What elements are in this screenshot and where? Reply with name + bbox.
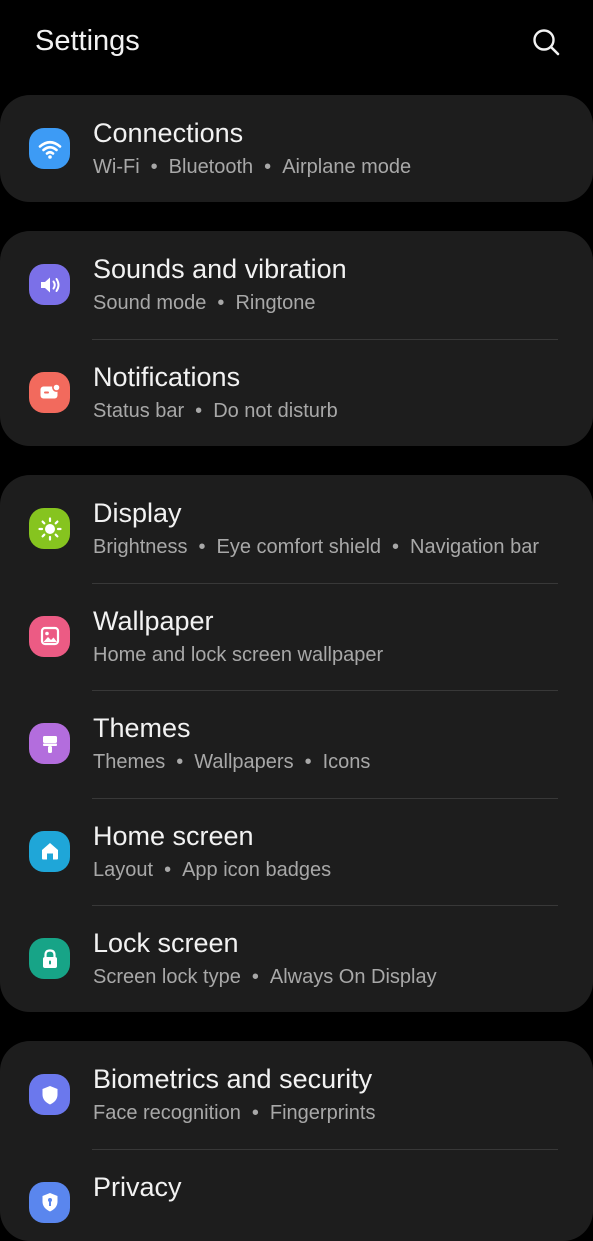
paintbrush-icon (29, 723, 70, 764)
subtitle-part: Home and lock screen wallpaper (93, 644, 383, 666)
settings-group-connections: Connections Wi-Fi • Bluetooth • Airplane mod… (0, 95, 593, 202)
settings-item-lock-screen[interactable]: Lock screen Screen lock type • Always On D… (0, 905, 593, 1012)
settings-group-display: Display Brightness • Eye comfort shield • Na… (0, 475, 593, 1012)
subtitle-part: Brightness (93, 536, 188, 558)
subtitle-part: Do not disturb (213, 400, 338, 422)
settings-item-title: Wallpaper (93, 604, 214, 638)
privacy-shield-icon (29, 1182, 70, 1223)
settings-group-sound: Sounds and vibration Sound mode • Ringtone… (0, 231, 593, 446)
settings-item-subtitle: Face recognition • Fingerprints (93, 1100, 376, 1126)
settings-item-subtitle: Wi-Fi • Bluetooth • Airplane mode (93, 154, 411, 180)
settings-item-subtitle: Status bar • Do not disturb (93, 398, 338, 424)
settings-item-title: Lock screen (93, 926, 239, 960)
settings-item-title: Themes (93, 711, 191, 745)
subtitle-part: Layout (93, 859, 153, 881)
settings-item-connections[interactable]: Connections Wi-Fi • Bluetooth • Airplane mod… (0, 95, 593, 202)
notification-icon (29, 372, 70, 413)
search-button[interactable] (528, 24, 564, 60)
image-icon (29, 616, 70, 657)
settings-item-subtitle: Home and lock screen wallpaper (93, 642, 383, 668)
separator-dot: • (151, 154, 158, 180)
wifi-icon (29, 128, 70, 169)
subtitle-part: Always On Display (270, 966, 437, 988)
settings-item-title: Sounds and vibration (93, 252, 347, 286)
speaker-icon (29, 264, 70, 305)
settings-item-subtitle: Themes • Wallpapers • Icons (93, 749, 370, 775)
settings-item-sounds-and-vibration[interactable]: Sounds and vibration Sound mode • Ringtone (0, 231, 593, 339)
separator-dot: • (252, 1100, 259, 1126)
settings-item-privacy[interactable]: Privacy (0, 1149, 593, 1241)
separator-dot: • (392, 534, 399, 560)
separator-dot: • (305, 749, 312, 775)
separator-dot: • (199, 534, 206, 560)
subtitle-part: Navigation bar (410, 536, 539, 558)
app-header: Settings (0, 0, 593, 84)
subtitle-part: Bluetooth (169, 156, 254, 178)
subtitle-part: Ringtone (235, 292, 315, 314)
settings-item-themes[interactable]: Themes Themes • Wallpapers • Icons (0, 690, 593, 798)
separator-dot: • (217, 290, 224, 316)
page-title: Settings (35, 22, 140, 60)
subtitle-part: App icon badges (182, 859, 331, 881)
settings-item-title: Biometrics and security (93, 1062, 372, 1096)
subtitle-part: Wi-Fi (93, 156, 140, 178)
settings-item-wallpaper[interactable]: Wallpaper Home and lock screen wallpaper (0, 583, 593, 691)
settings-item-subtitle: Screen lock type • Always On Display (93, 964, 437, 990)
lock-icon (29, 938, 70, 979)
separator-dot: • (176, 749, 183, 775)
settings-item-subtitle: Layout • App icon badges (93, 857, 331, 883)
separator-dot: • (164, 857, 171, 883)
separator-dot: • (264, 154, 271, 180)
settings-item-title: Notifications (93, 360, 240, 394)
settings-item-display[interactable]: Display Brightness • Eye comfort shield • Na… (0, 475, 593, 583)
search-icon (528, 24, 564, 60)
subtitle-part: Face recognition (93, 1102, 241, 1124)
subtitle-part: Status bar (93, 400, 184, 422)
settings-item-subtitle: Sound mode • Ringtone (93, 290, 316, 316)
settings-item-title: Privacy (93, 1170, 182, 1204)
sun-icon (29, 508, 70, 549)
settings-group-security: Biometrics and security Face recognition… (0, 1041, 593, 1241)
subtitle-part: Sound mode (93, 292, 206, 314)
settings-item-notifications[interactable]: Notifications Status bar • Do not disturb (0, 339, 593, 447)
settings-item-subtitle: Brightness • Eye comfort shield • Navigation… (93, 534, 539, 560)
subtitle-part: Airplane mode (282, 156, 411, 178)
subtitle-part: Themes (93, 751, 165, 773)
settings-item-title: Home screen (93, 819, 254, 853)
settings-item-home-screen[interactable]: Home screen Layout • App icon badges (0, 798, 593, 906)
settings-item-biometrics-and-security[interactable]: Biometrics and security Face recognition… (0, 1041, 593, 1149)
subtitle-part: Fingerprints (270, 1102, 376, 1124)
subtitle-part: Wallpapers (194, 751, 293, 773)
separator-dot: • (252, 964, 259, 990)
subtitle-part: Eye comfort shield (217, 536, 382, 558)
shield-icon (29, 1074, 70, 1115)
subtitle-part: Icons (323, 751, 371, 773)
subtitle-part: Screen lock type (93, 966, 241, 988)
settings-item-title: Display (93, 496, 182, 530)
settings-item-title: Connections (93, 116, 243, 150)
home-icon (29, 831, 70, 872)
separator-dot: • (195, 398, 202, 424)
